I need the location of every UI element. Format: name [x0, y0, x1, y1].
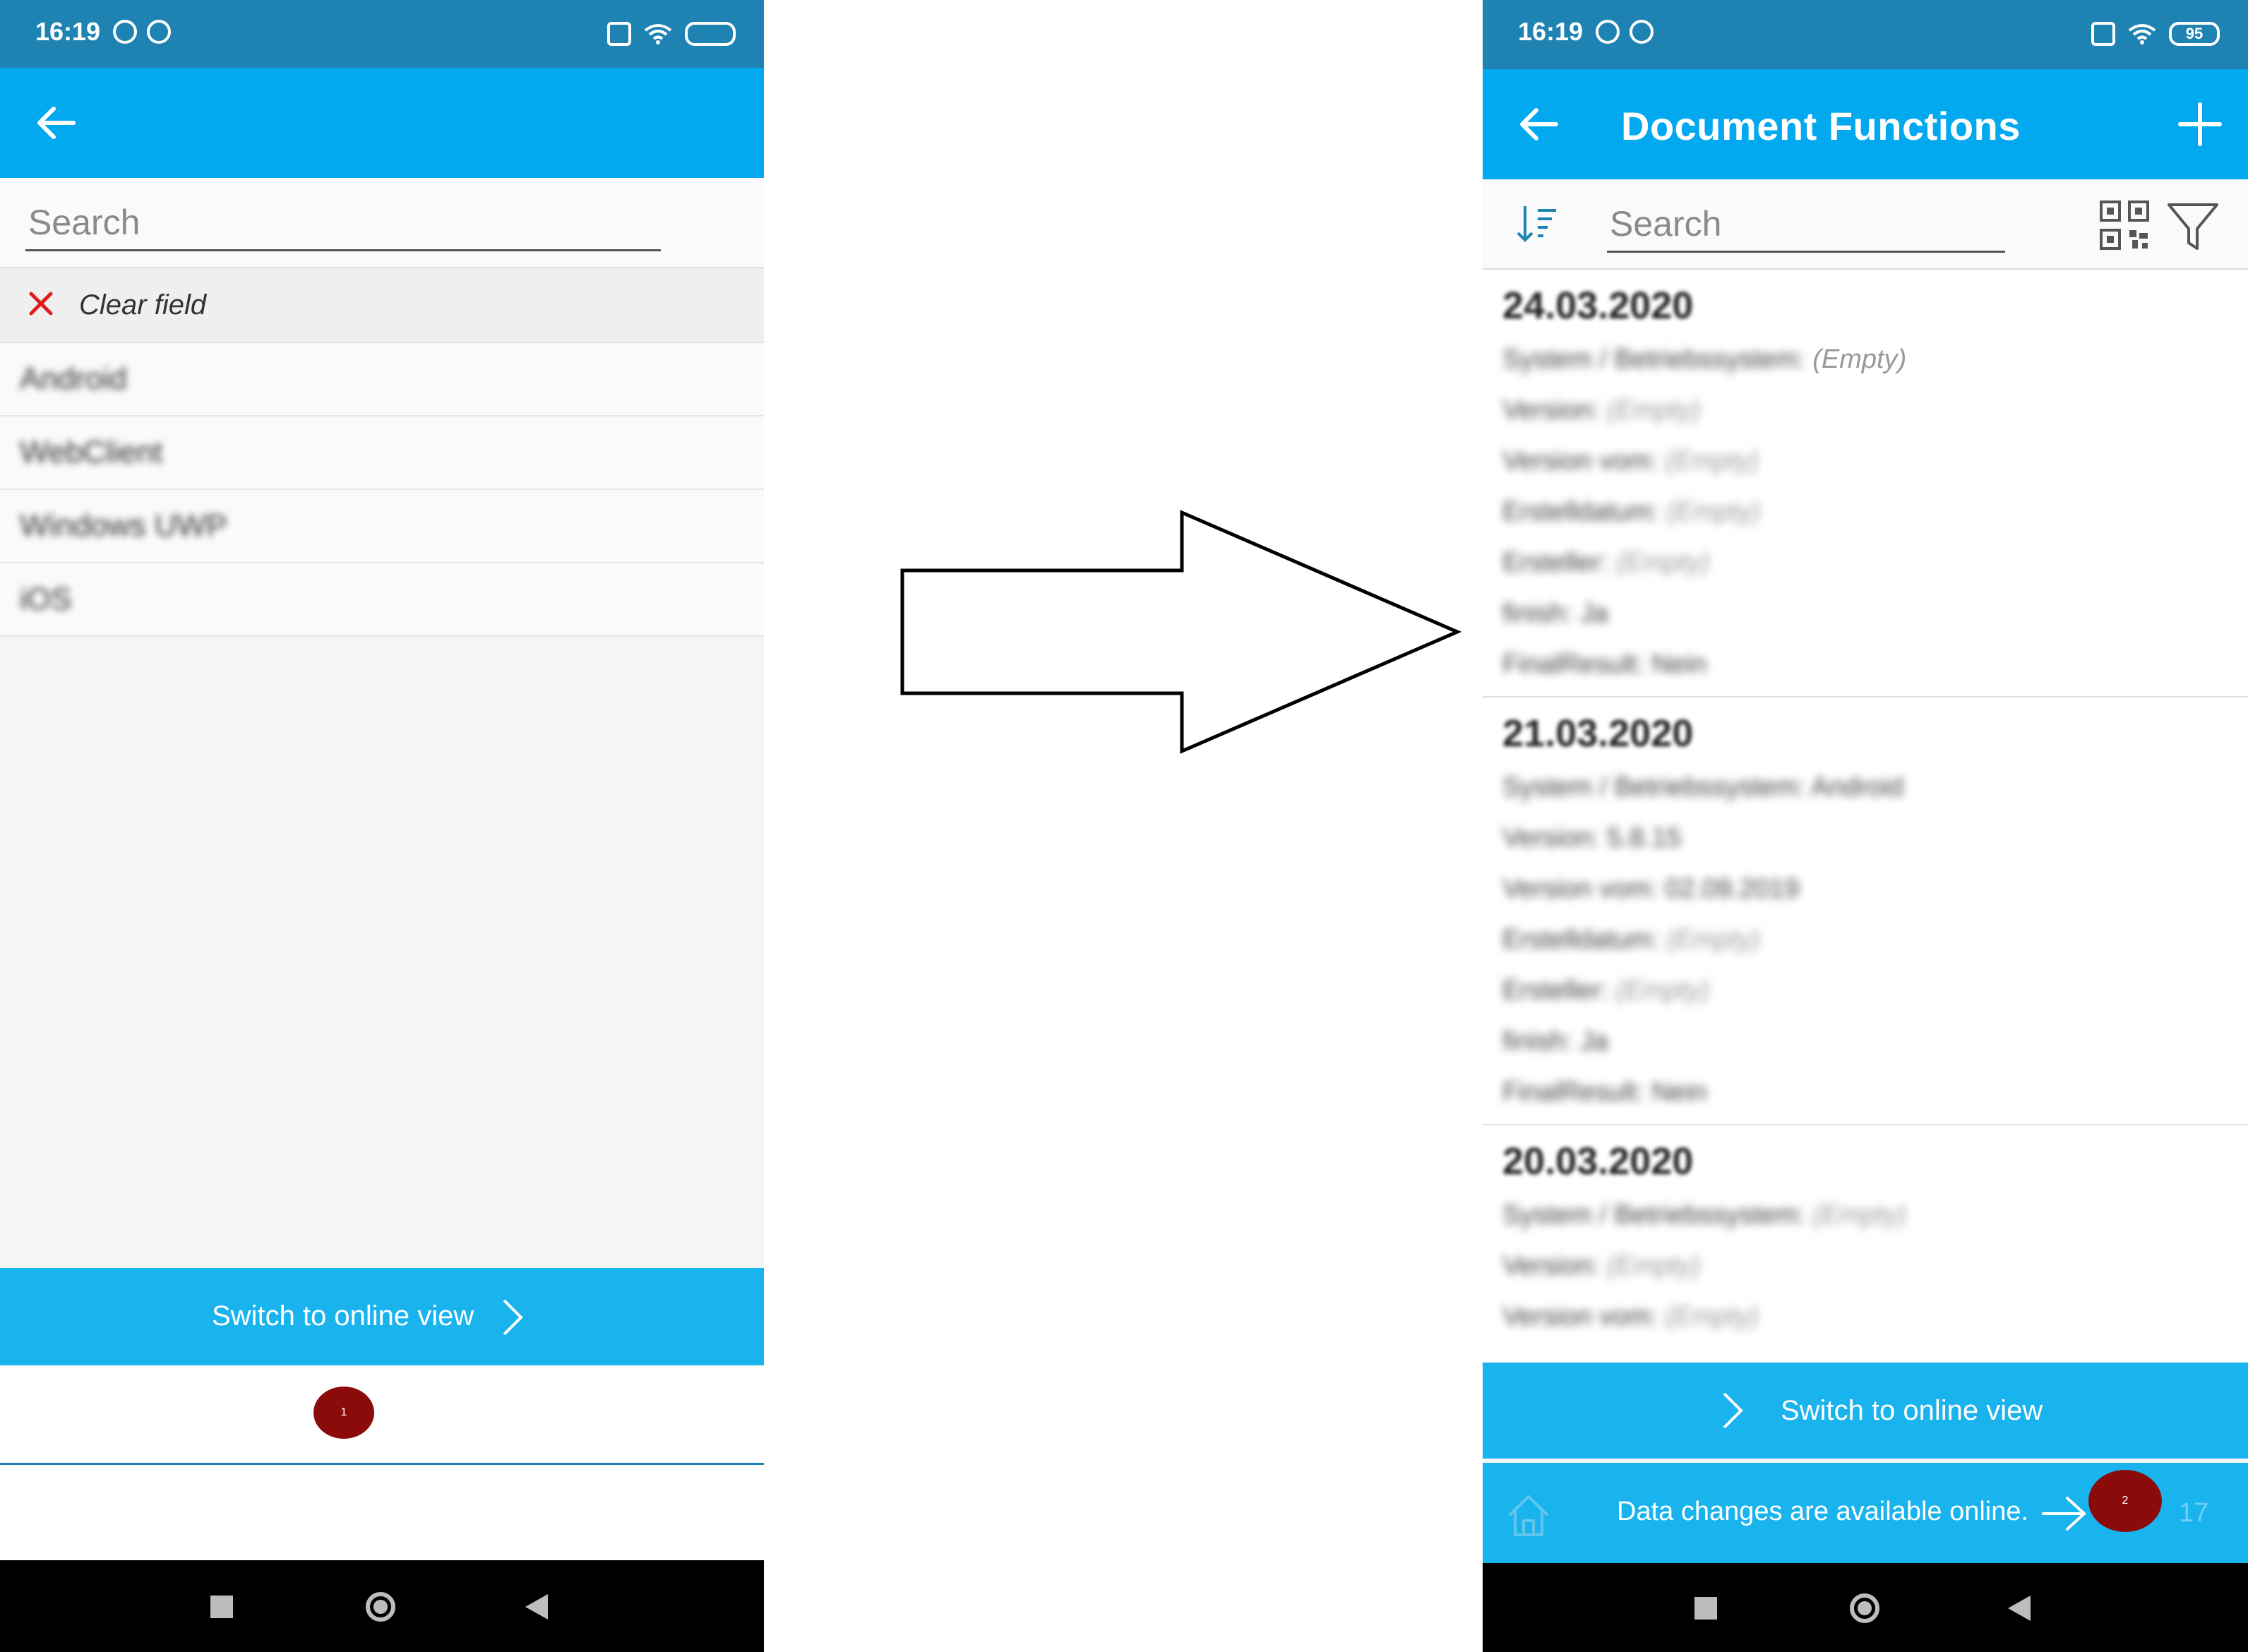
- search-input[interactable]: [1607, 196, 2005, 253]
- page-number: 17: [2179, 1498, 2209, 1528]
- clear-field-label: Clear field: [79, 289, 207, 321]
- right-phone-screen: 16:19 95 Document Functions Search 24.03…: [1483, 0, 2248, 1652]
- home-icon[interactable]: [366, 1592, 395, 1622]
- document-field: Erstelldatum: (Empty): [1502, 925, 1761, 954]
- status-bar: 16:19 95: [1483, 0, 2248, 69]
- data-changes-label: Data changes are available online.: [1617, 1497, 2029, 1526]
- list-item-label: iOS: [20, 582, 72, 616]
- notification-icon: [147, 20, 171, 44]
- qr-code-icon[interactable]: [2098, 199, 2151, 251]
- document-field: Ersteller: (Empty): [1502, 548, 1710, 577]
- document-field: Version vom: 02.09.2019: [1502, 874, 1800, 904]
- document-date: 21.03.2020: [1502, 712, 1694, 755]
- back-arrow-icon[interactable]: [1511, 96, 1567, 152]
- document-field: finish: Ja: [1502, 599, 1608, 628]
- list-item[interactable]: iOS: [0, 563, 764, 637]
- clear-field-row[interactable]: Clear field: [0, 268, 764, 343]
- document-date: 24.03.2020: [1502, 285, 1694, 327]
- document-field: System / Betriebssystem: (Empty): [1502, 1200, 1907, 1230]
- document-field: Ersteller: (Empty): [1502, 976, 1710, 1005]
- bottom-bar: [0, 1465, 764, 1560]
- document-field: FinalResult: Nein: [1502, 650, 1707, 679]
- recent-apps-icon[interactable]: [210, 1596, 233, 1618]
- document-field: Version vom: (Empty): [1502, 446, 1759, 476]
- document-field: Version vom: (Empty): [1502, 1302, 1759, 1331]
- status-time: 16:19: [35, 17, 101, 46]
- search-row: [1483, 179, 2248, 270]
- list-item[interactable]: Windows UWP: [0, 490, 764, 563]
- notification-icons: [113, 20, 171, 44]
- document-date: 20.03.2020: [1502, 1140, 1694, 1183]
- chevron-right-icon: [503, 1299, 523, 1336]
- switch-online-button[interactable]: Switch to online view: [0, 1268, 764, 1365]
- android-nav-bar: [0, 1560, 764, 1652]
- list-item-label: Android: [20, 361, 127, 396]
- plus-icon[interactable]: [2173, 97, 2227, 151]
- back-icon[interactable]: [525, 1594, 548, 1620]
- document-field: System / Betriebssystem: Android: [1502, 772, 1904, 802]
- app-toolbar: [0, 68, 764, 178]
- document-card[interactable]: 24.03.2020 System / Betriebssystem: (Emp…: [1483, 270, 2248, 698]
- system-icons: 95: [2091, 20, 2220, 48]
- battery-icon: 95: [2169, 22, 2220, 46]
- close-icon: [29, 292, 53, 316]
- list-item[interactable]: Android: [0, 343, 764, 417]
- left-phone-screen: 16:19 Clear field Android WebClient Wind…: [0, 0, 764, 1652]
- arrow-right-icon[interactable]: [2040, 1494, 2090, 1533]
- wifi-icon: [2128, 24, 2156, 44]
- data-changes-banner[interactable]: Data changes are available online. 17 2: [1483, 1463, 2248, 1563]
- list-item[interactable]: WebClient: [0, 417, 764, 490]
- notification-icon: [113, 20, 137, 44]
- notification-icon: [1596, 20, 1620, 44]
- notification-icons: [1596, 20, 1654, 44]
- status-bar: 16:19: [0, 0, 764, 68]
- status-time: 16:19: [1518, 17, 1584, 46]
- document-field: Version: (Empty): [1502, 1251, 1701, 1281]
- page-title: Document Functions: [1621, 104, 2021, 148]
- back-icon[interactable]: [2008, 1596, 2031, 1621]
- document-field: FinalResult: Nein: [1502, 1077, 1707, 1107]
- system-icons: [607, 20, 736, 48]
- list-item-label: Windows UWP: [20, 508, 227, 543]
- footer-area: 1: [0, 1365, 764, 1465]
- sim-icon: [2091, 22, 2115, 46]
- list-item-label: WebClient: [20, 435, 163, 469]
- document-field: Erstelldatum: (Empty): [1502, 497, 1761, 527]
- filter-icon[interactable]: [2165, 198, 2221, 254]
- annotation-badge: 1: [313, 1387, 374, 1439]
- document-card[interactable]: 20.03.2020 System / Betriebssystem: (Emp…: [1483, 1125, 2248, 1364]
- document-field: Version: (Empty): [1502, 395, 1701, 425]
- home-icon[interactable]: [1850, 1593, 1879, 1623]
- sort-icon[interactable]: [1515, 202, 1559, 246]
- document-field: System / Betriebssystem: (Empty): [1502, 345, 1907, 374]
- back-arrow-icon[interactable]: [28, 95, 85, 151]
- transition-arrow: [900, 510, 1461, 754]
- document-field: Version: 5.8.15: [1502, 823, 1682, 853]
- document-list: 24.03.2020 System / Betriebssystem: (Emp…: [1483, 270, 2248, 1364]
- wifi-icon: [644, 24, 672, 44]
- chevron-right-icon: [1723, 1392, 1743, 1429]
- sim-icon: [607, 22, 631, 46]
- recent-apps-icon[interactable]: [1694, 1597, 1717, 1620]
- search-row: [0, 178, 764, 268]
- switch-online-label: Switch to online view: [212, 1300, 474, 1331]
- app-toolbar: Document Functions: [1483, 69, 2248, 179]
- battery-icon: [685, 22, 736, 46]
- home-outline-icon[interactable]: [1504, 1491, 1553, 1540]
- switch-online-label: Switch to online view: [1781, 1395, 2043, 1426]
- document-field: finish: Ja: [1502, 1026, 1608, 1056]
- switch-online-button[interactable]: Switch to online view: [1483, 1363, 2248, 1459]
- search-input[interactable]: [25, 195, 661, 251]
- notification-icon: [1630, 20, 1654, 44]
- android-nav-bar: [1483, 1563, 2248, 1652]
- annotation-badge: 2: [2088, 1470, 2162, 1532]
- document-card[interactable]: 21.03.2020 System / Betriebssystem: Andr…: [1483, 698, 2248, 1125]
